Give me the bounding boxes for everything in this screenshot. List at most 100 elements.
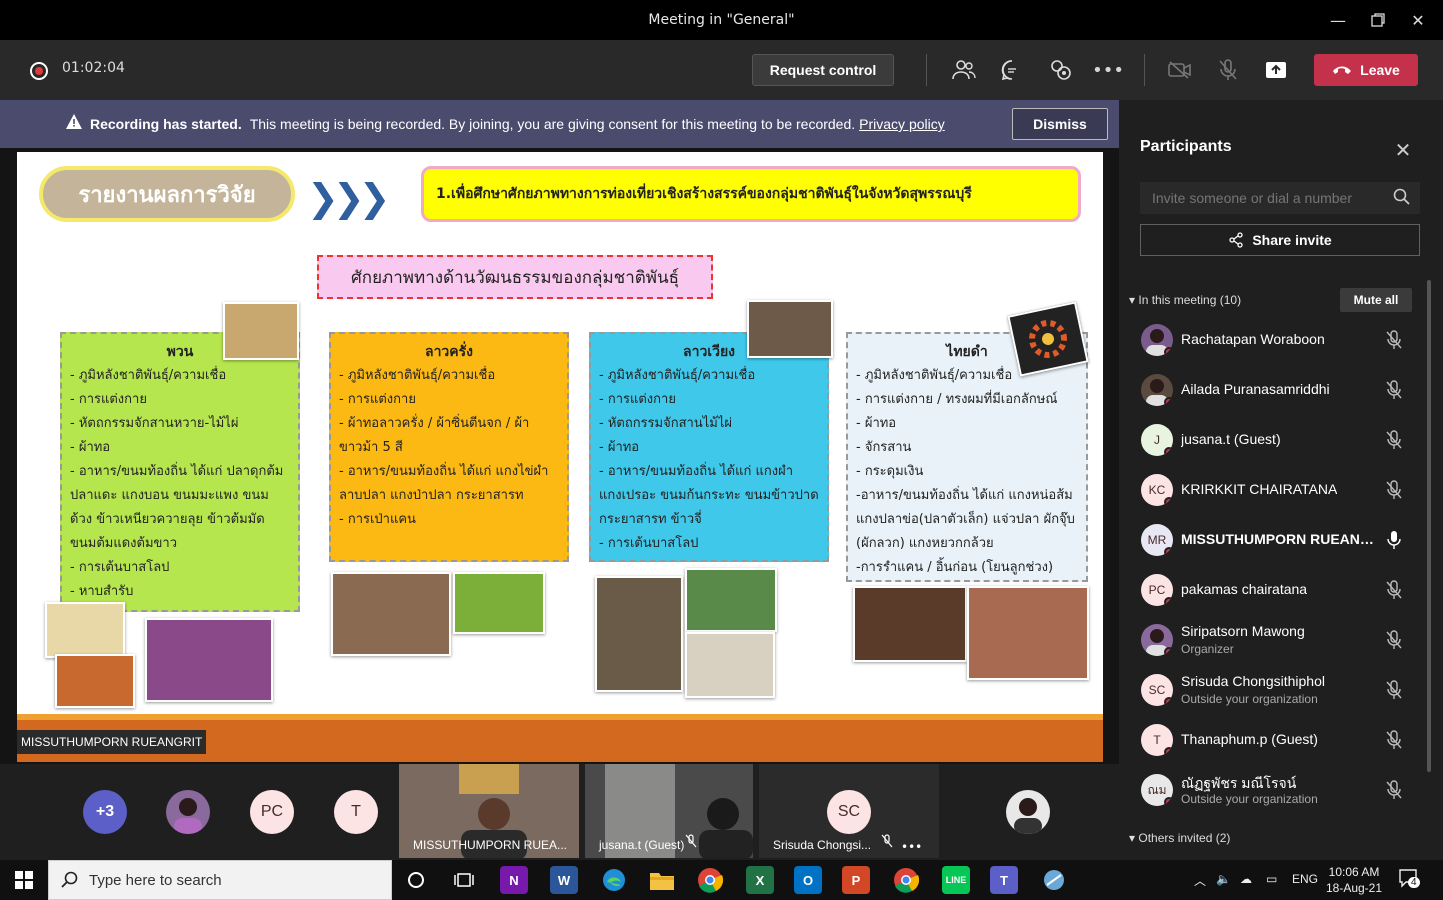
minimize-icon[interactable]: — <box>1318 0 1358 40</box>
mic-on-icon[interactable] <box>1385 530 1405 550</box>
participant-row[interactable]: Jjusana.t (Guest) <box>1119 415 1419 465</box>
close-window-icon[interactable]: ✕ <box>1398 0 1438 40</box>
privacy-policy-link[interactable]: Privacy policy <box>859 116 945 132</box>
volume-icon[interactable]: 🔈 <box>1216 872 1231 886</box>
slide-objective: 1.เพื่อศึกษาศักยภาพทางการท่องเที่ยวเชิงส… <box>421 166 1081 222</box>
in-meeting-header[interactable]: ▾ In this meeting (10) <box>1129 293 1241 307</box>
file-explorer-icon[interactable] <box>648 866 676 894</box>
video-tile-label: Srisuda Chongsi... <box>773 838 872 852</box>
mic-off-icon[interactable] <box>1385 730 1405 750</box>
others-invited-header[interactable]: ▾ Others invited (2) <box>1129 831 1230 845</box>
onenote-icon[interactable]: N <box>500 866 528 894</box>
notifications-icon[interactable]: 4 <box>1398 868 1420 891</box>
close-panel-icon[interactable]: ✕ <box>1393 140 1413 162</box>
warning-icon <box>66 114 82 134</box>
teams-icon[interactable]: T <box>990 866 1018 894</box>
video-tile-presenter[interactable]: MISSUTHUMPORN RUEA... <box>399 764 579 858</box>
participant-row[interactable]: KC KRIRKKIT CHAIRATANA <box>1119 465 1419 515</box>
mic-off-icon[interactable] <box>1385 780 1405 800</box>
mic-off-icon[interactable] <box>1385 430 1405 450</box>
mic-off-icon[interactable] <box>1385 330 1405 350</box>
taskbar-clock[interactable]: 10:06 AM 18-Aug-21 <box>1322 864 1386 896</box>
card-item: - การแต่งกาย / ทรงผมที่มีเอกลักษณ์ <box>856 392 1058 407</box>
video-tile-label: MISSUTHUMPORN RUEA... <box>413 838 568 852</box>
cortana-icon[interactable] <box>402 866 430 894</box>
participant-row[interactable]: PC pakamas chairatana <box>1119 565 1419 615</box>
mic-off-icon <box>685 833 697 852</box>
presence-status-icon <box>1164 547 1173 556</box>
participant-name: Ailada Puranasamriddhi <box>1181 381 1330 397</box>
excel-icon[interactable]: X <box>746 866 774 894</box>
input-language[interactable]: ENG <box>1292 872 1318 886</box>
mic-off-icon[interactable] <box>1385 380 1405 400</box>
participant-row[interactable]: MR MISSUTHUMPORN RUEANG... <box>1119 515 1419 565</box>
presenter-name-tag: MISSUTHUMPORN RUEANGRIT <box>17 730 207 754</box>
overflow-participants-button[interactable]: +3 <box>83 790 127 834</box>
card-item: - การเต้นบาสโลป <box>70 560 170 575</box>
participant-name: MISSUTHUMPORN RUEANG... <box>1181 531 1377 547</box>
more-actions-icon[interactable]: ••• <box>1092 56 1124 84</box>
avatar <box>1141 624 1173 656</box>
windows-start-icon[interactable] <box>0 860 48 900</box>
task-view-icon[interactable] <box>450 866 478 894</box>
search-icon[interactable] <box>1393 188 1413 208</box>
mic-off-icon[interactable] <box>1385 680 1405 700</box>
share-screen-icon[interactable] <box>1262 56 1290 84</box>
dismiss-button[interactable]: Dismiss <box>1012 108 1108 140</box>
banner-message: This meeting is being recorded. By joini… <box>249 116 856 132</box>
panel-scrollbar[interactable] <box>1427 280 1431 772</box>
chrome-icon[interactable] <box>892 866 920 894</box>
mic-off-icon[interactable] <box>1385 580 1405 600</box>
participant-row[interactable]: SC Srisuda Chongsithiphol Outside your org… <box>1119 665 1419 715</box>
snipping-tool-icon[interactable] <box>1040 866 1068 894</box>
avatar[interactable] <box>1006 790 1050 834</box>
mute-all-button[interactable]: Mute all <box>1340 288 1412 312</box>
more-options-icon[interactable]: ••• <box>901 840 922 854</box>
photo-basket <box>853 586 967 662</box>
leave-button[interactable]: Leave <box>1314 54 1418 86</box>
presence-status-icon <box>1164 747 1173 756</box>
restore-icon[interactable] <box>1358 0 1398 40</box>
mic-off-icon[interactable] <box>1214 56 1242 84</box>
title-bar: Meeting in "General" — ✕ <box>0 0 1443 40</box>
presence-status-icon <box>1164 797 1173 806</box>
avatar: KC <box>1141 474 1173 506</box>
show-hidden-icons[interactable]: ︿ <box>1194 872 1206 889</box>
invite-input[interactable] <box>1140 182 1420 214</box>
edge-icon[interactable] <box>600 866 628 894</box>
participant-row[interactable]: ณม ณัฏฐพัชร มณีโรจน์ Outside your organiza… <box>1119 765 1419 815</box>
word-icon[interactable]: W <box>550 866 578 894</box>
card-item: - การเป่าแคน <box>339 512 416 527</box>
mic-off-icon[interactable] <box>1385 480 1405 500</box>
people-icon[interactable] <box>950 56 978 84</box>
video-tile-guest[interactable]: jusana.t (Guest) <box>585 764 753 858</box>
avatar[interactable] <box>166 790 210 834</box>
avatar: SC <box>827 790 871 834</box>
display-icon[interactable]: ▭ <box>1266 872 1277 886</box>
participant-row[interactable]: Ailada Puranasamriddhi <box>1119 365 1419 415</box>
mic-off-icon[interactable] <box>1385 630 1405 650</box>
chat-icon[interactable] <box>998 56 1026 84</box>
card-phuan: พวน - ภูมิหลังชาติพันธุ์/ความเชื่อ - การ… <box>60 332 300 612</box>
avatar[interactable]: T <box>334 790 378 834</box>
line-icon[interactable]: LINE <box>942 866 970 894</box>
participant-row[interactable]: Rachatapan Woraboon <box>1119 315 1419 365</box>
video-tile-srisuda[interactable]: SC Srisuda Chongsi... ••• <box>759 764 939 858</box>
network-icon[interactable]: ☁ <box>1240 872 1252 886</box>
breakout-rooms-icon[interactable] <box>1046 56 1074 84</box>
powerpoint-icon[interactable]: P <box>842 866 870 894</box>
participants-panel: Participants ✕ Share invite ▾ In this me… <box>1119 100 1443 860</box>
avatar: ณม <box>1141 774 1173 806</box>
avatar-initials: SC <box>1148 683 1166 697</box>
avatar[interactable]: PC <box>250 790 294 834</box>
share-invite-button[interactable]: Share invite <box>1140 224 1420 256</box>
toolbar-divider <box>926 54 927 86</box>
participant-row[interactable]: Siripatsorn Mawong Organizer <box>1119 615 1419 665</box>
window-title: Meeting in "General" <box>648 12 795 28</box>
chrome-icon[interactable] <box>696 866 724 894</box>
outlook-icon[interactable]: O <box>794 866 822 894</box>
request-control-button[interactable]: Request control <box>752 54 894 86</box>
taskbar-search[interactable]: Type here to search <box>48 860 392 900</box>
participant-row[interactable]: T Thanaphum.p (Guest) <box>1119 715 1419 765</box>
camera-off-icon[interactable] <box>1166 56 1194 84</box>
